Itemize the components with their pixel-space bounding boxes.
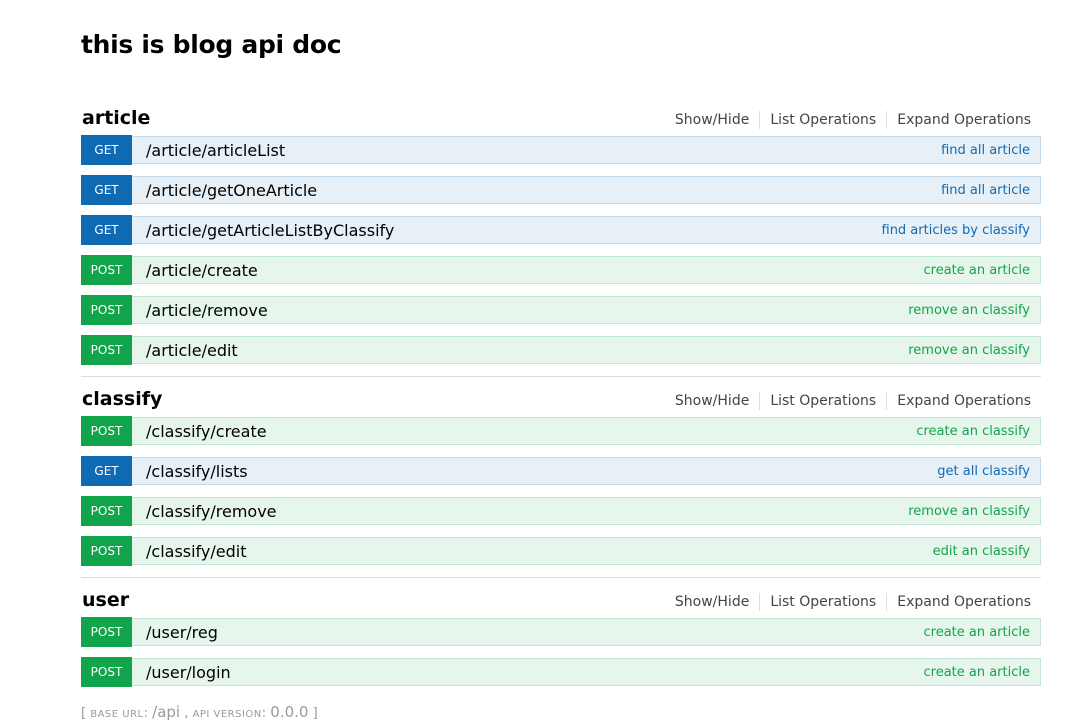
resource-article: article Show/Hide List Operations Expand…: [81, 96, 1041, 376]
list-operations-link[interactable]: List Operations: [760, 393, 886, 409]
expand-operations-link[interactable]: Expand Operations: [887, 393, 1031, 409]
resource-name[interactable]: classify: [82, 388, 162, 410]
show-hide-link[interactable]: Show/Hide: [665, 393, 759, 409]
operation-path[interactable]: /article/articleList: [146, 141, 285, 160]
operation-summary[interactable]: find articles by classify: [882, 223, 1031, 238]
resource-classify: classify Show/Hide List Operations Expan…: [81, 377, 1041, 577]
operation-row[interactable]: POST /article/remove remove an classify: [81, 295, 1041, 325]
api-version-value: 0.0.0: [270, 703, 309, 721]
operation-summary[interactable]: find all article: [941, 183, 1030, 198]
operation-summary[interactable]: create an article: [923, 263, 1030, 278]
api-info-footer: [ base url: /api , api version: 0.0.0 ]: [81, 703, 318, 721]
operation-row[interactable]: GET /classify/lists get all classify: [81, 456, 1041, 486]
operation-summary[interactable]: get all classify: [937, 464, 1030, 479]
operation-summary[interactable]: remove an classify: [908, 303, 1030, 318]
operation-path[interactable]: /article/remove: [146, 301, 268, 320]
operation-summary[interactable]: create an article: [923, 625, 1030, 640]
bracket-open: [: [81, 706, 87, 721]
api-version-label: api version: [192, 709, 262, 720]
base-url-value: /api: [152, 703, 181, 721]
expand-operations-link[interactable]: Expand Operations: [887, 594, 1031, 610]
resource-actions: Show/Hide List Operations Expand Operati…: [665, 593, 1031, 611]
http-method-badge[interactable]: POST: [81, 617, 132, 647]
operation-path[interactable]: /user/reg: [146, 623, 218, 642]
http-method-badge[interactable]: POST: [81, 657, 132, 687]
operation-path[interactable]: /article/getArticleListByClassify: [146, 221, 394, 240]
list-operations-link[interactable]: List Operations: [760, 112, 886, 128]
operation-row[interactable]: POST /classify/remove remove an classify: [81, 496, 1041, 526]
bracket-close: ]: [312, 706, 318, 721]
operation-path[interactable]: /article/edit: [146, 341, 238, 360]
operation-row[interactable]: POST /article/create create an article: [81, 255, 1041, 285]
operation-row[interactable]: GET /article/articleList find all articl…: [81, 135, 1041, 165]
operation-summary[interactable]: remove an classify: [908, 504, 1030, 519]
http-method-badge[interactable]: POST: [81, 496, 132, 526]
colon: :: [143, 706, 148, 721]
resource-actions: Show/Hide List Operations Expand Operati…: [665, 392, 1031, 410]
colon: :: [261, 706, 267, 721]
operation-row[interactable]: POST /user/login create an article: [81, 657, 1041, 687]
operation-row[interactable]: POST /user/reg create an article: [81, 617, 1041, 647]
page-title: this is blog api doc: [81, 30, 342, 59]
comma: ,: [184, 706, 189, 721]
resource-user: user Show/Hide List Operations Expand Op…: [81, 578, 1041, 698]
operation-path[interactable]: /classify/create: [146, 422, 267, 441]
http-method-badge[interactable]: POST: [81, 335, 132, 365]
operation-summary[interactable]: create an article: [923, 665, 1030, 680]
resource-name[interactable]: user: [82, 589, 129, 611]
operation-path[interactable]: /article/create: [146, 261, 258, 280]
list-operations-link[interactable]: List Operations: [760, 594, 886, 610]
resource-name[interactable]: article: [82, 107, 150, 129]
resource-header: article Show/Hide List Operations Expand…: [81, 96, 1041, 136]
operation-path[interactable]: /classify/lists: [146, 462, 248, 481]
http-method-badge[interactable]: POST: [81, 295, 132, 325]
operation-path[interactable]: /article/getOneArticle: [146, 181, 317, 200]
operation-path[interactable]: /classify/remove: [146, 502, 277, 521]
operation-summary[interactable]: create an classify: [916, 424, 1030, 439]
http-method-badge[interactable]: POST: [81, 255, 132, 285]
base-url-label: base url: [90, 709, 144, 720]
operation-row[interactable]: POST /classify/create create an classify: [81, 416, 1041, 446]
operation-path[interactable]: /user/login: [146, 663, 231, 682]
operation-row[interactable]: GET /article/getArticleListByClassify fi…: [81, 215, 1041, 245]
operation-summary[interactable]: find all article: [941, 143, 1030, 158]
show-hide-link[interactable]: Show/Hide: [665, 594, 759, 610]
resource-actions: Show/Hide List Operations Expand Operati…: [665, 111, 1031, 129]
show-hide-link[interactable]: Show/Hide: [665, 112, 759, 128]
resource-header: classify Show/Hide List Operations Expan…: [81, 377, 1041, 417]
http-method-badge[interactable]: POST: [81, 536, 132, 566]
http-method-badge[interactable]: GET: [81, 135, 132, 165]
http-method-badge[interactable]: GET: [81, 175, 132, 205]
operation-row[interactable]: GET /article/getOneArticle find all arti…: [81, 175, 1041, 205]
operation-row[interactable]: POST /classify/edit edit an classify: [81, 536, 1041, 566]
http-method-badge[interactable]: POST: [81, 416, 132, 446]
operation-row[interactable]: POST /article/edit remove an classify: [81, 335, 1041, 365]
operation-summary[interactable]: edit an classify: [933, 544, 1030, 559]
operation-summary[interactable]: remove an classify: [908, 343, 1030, 358]
operation-path[interactable]: /classify/edit: [146, 542, 246, 561]
expand-operations-link[interactable]: Expand Operations: [887, 112, 1031, 128]
http-method-badge[interactable]: GET: [81, 215, 132, 245]
resource-header: user Show/Hide List Operations Expand Op…: [81, 578, 1041, 618]
http-method-badge[interactable]: GET: [81, 456, 132, 486]
